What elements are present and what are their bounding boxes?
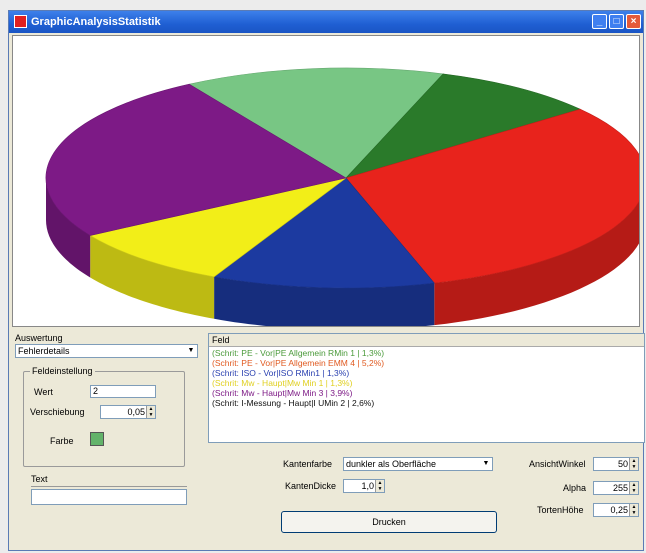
ansicht-winkel-label: AnsichtWinkel xyxy=(529,459,586,469)
farbe-label: Farbe xyxy=(50,436,74,446)
ansicht-winkel-spinner[interactable]: 50 ▲ ▼ xyxy=(593,457,639,471)
verschiebung-value: 0,05 xyxy=(127,407,145,417)
alpha-value: 255 xyxy=(612,483,628,493)
feld-list-item[interactable]: (Schrit: I-Messung - Haupt|I UMin 2 | 2,… xyxy=(212,398,374,408)
title-bar[interactable]: GraphicAnalysisStatistik _ □ × xyxy=(9,11,643,33)
auswertung-select[interactable]: Fehlerdetails ▼ xyxy=(15,344,198,358)
spin-arrows-icon[interactable]: ▲ ▼ xyxy=(629,482,638,494)
drucken-button[interactable]: Drucken xyxy=(281,511,497,533)
feld-listbox[interactable]: Feld (Schrit: PE - Vor|PE Allgemein RMin… xyxy=(208,333,645,443)
alpha-label: Alpha xyxy=(563,483,587,493)
spin-arrows-icon[interactable]: ▲ ▼ xyxy=(629,504,638,516)
text-divider xyxy=(31,486,187,487)
kantenfarbe-select[interactable]: dunkler als Oberfläche ▼ xyxy=(343,457,493,471)
kantenfarbe-label: Kantenfarbe xyxy=(283,459,333,469)
app-icon xyxy=(14,15,27,28)
text-label: Text xyxy=(31,474,48,484)
auswertung-value: Fehlerdetails xyxy=(18,346,70,356)
kantenfarbe-value: dunkler als Oberfläche xyxy=(346,459,437,469)
text-input[interactable] xyxy=(31,489,187,505)
farbe-color-swatch[interactable] xyxy=(90,432,104,446)
minimize-button[interactable]: _ xyxy=(592,14,607,29)
kantendicke-label: KantenDicke xyxy=(285,481,337,491)
feld-list-item[interactable]: (Schrit: ISO - Vor|ISO RMin1 | 1,3%) xyxy=(212,368,349,378)
spin-arrows-icon[interactable]: ▲ ▼ xyxy=(146,406,155,418)
feld-list-item[interactable]: (Schrit: Mw - Haupt|Mw Min 3 | 3,9%) xyxy=(212,388,352,398)
kantendicke-spinner[interactable]: 1,0 ▲ ▼ xyxy=(343,479,385,493)
window-title: GraphicAnalysisStatistik xyxy=(31,16,161,28)
feldeinstellung-title: Feldeinstellung xyxy=(30,366,95,376)
chevron-down-icon[interactable]: ▼ xyxy=(481,459,491,469)
drucken-label: Drucken xyxy=(372,517,406,527)
pie-chart-area xyxy=(12,35,640,327)
pie-chart xyxy=(45,67,639,326)
wert-value: 2 xyxy=(93,386,99,396)
torten-hoehe-label: TortenHöhe xyxy=(537,505,584,515)
wert-input[interactable]: 2 xyxy=(90,385,156,398)
maximize-button[interactable]: □ xyxy=(609,14,624,29)
close-button[interactable]: × xyxy=(626,14,641,29)
feld-list-item[interactable]: (Schrit: PE - Vor|PE Allgemein RMin 1 | … xyxy=(212,348,384,358)
feld-column-header[interactable]: Feld xyxy=(209,334,644,347)
feld-list-item[interactable]: (Schrit: Mw - Haupt|Mw Min 1 | 1,3%) xyxy=(212,378,352,388)
feld-header-label: Feld xyxy=(212,335,230,345)
spin-arrows-icon[interactable]: ▲ ▼ xyxy=(629,458,638,470)
auswertung-label: Auswertung xyxy=(15,333,63,343)
verschiebung-spinner[interactable]: 0,05 ▲ ▼ xyxy=(100,405,156,419)
kantendicke-value: 1,0 xyxy=(361,481,374,491)
torten-hoehe-spinner[interactable]: 0,25 ▲ ▼ xyxy=(593,503,639,517)
chevron-down-icon[interactable]: ▼ xyxy=(186,346,196,356)
verschiebung-label: Verschiebung xyxy=(30,407,85,417)
torten-hoehe-value: 0,25 xyxy=(610,505,628,515)
app-window: GraphicAnalysisStatistik _ □ × Auswertun… xyxy=(8,10,645,551)
feldeinstellung-group: Feldeinstellung Wert 2 Verschiebung 0,05… xyxy=(23,366,185,467)
alpha-spinner[interactable]: 255 ▲ ▼ xyxy=(593,481,639,495)
feld-list-item[interactable]: (Schrit: PE - Vor|PE Allgemein EMM 4 | 5… xyxy=(212,358,384,368)
ansicht-winkel-value: 50 xyxy=(617,459,628,469)
wert-label: Wert xyxy=(34,387,53,397)
spin-arrows-icon[interactable]: ▲ ▼ xyxy=(375,480,384,492)
